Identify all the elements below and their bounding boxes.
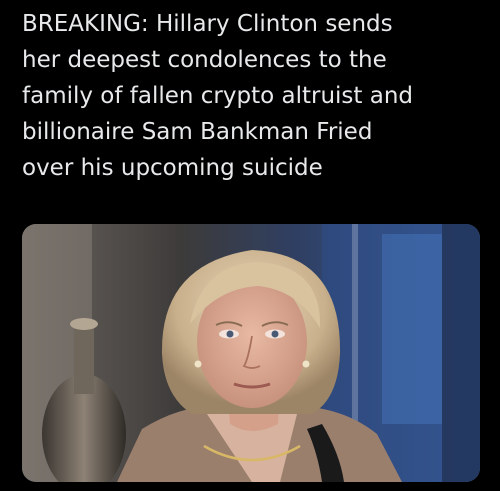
tweet-text-line: family of fallen crypto altruist and — [22, 83, 414, 109]
tweet-text-line: billionaire Sam Bankman Fried — [22, 119, 373, 145]
earring — [194, 360, 202, 368]
tweet-text: BREAKING: Hillary Clinton sends her deep… — [22, 6, 492, 186]
tweet-text-line: over his upcoming suicide — [22, 155, 323, 181]
tweet-text-line: her deepest condolences to the — [22, 47, 387, 73]
tweet: BREAKING: Hillary Clinton sends her deep… — [0, 0, 500, 491]
tweet-text-line: BREAKING: Hillary Clinton sends — [22, 11, 393, 37]
tweet-media-photo[interactable] — [22, 224, 480, 482]
news-photo — [22, 224, 480, 482]
